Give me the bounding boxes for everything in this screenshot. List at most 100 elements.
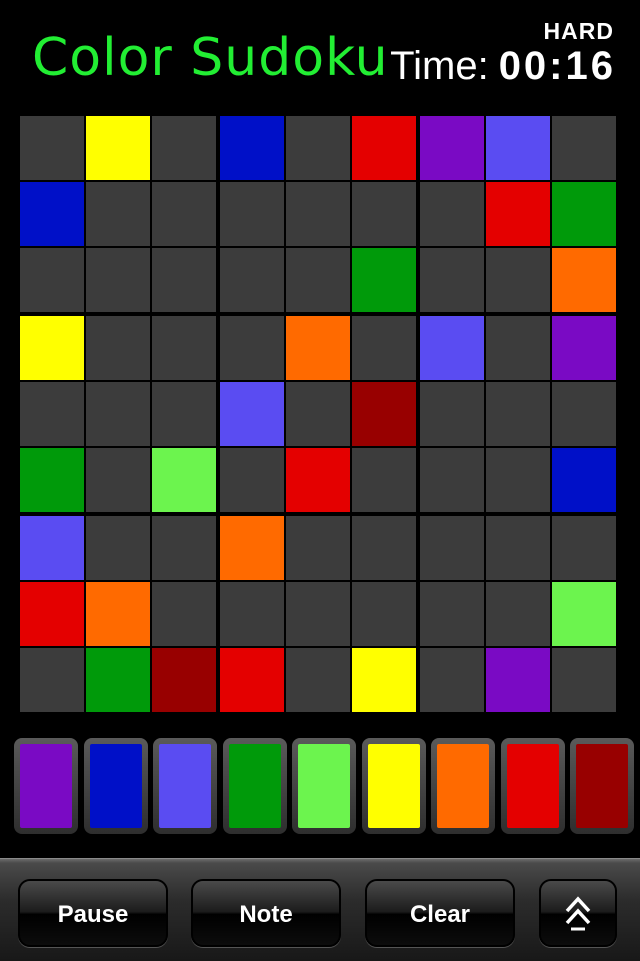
board-cell[interactable] xyxy=(286,116,350,180)
board-cell[interactable] xyxy=(420,448,484,512)
board-cell[interactable] xyxy=(420,182,484,246)
board-cell[interactable] xyxy=(552,516,616,580)
swatch-color xyxy=(576,744,628,828)
board-cell[interactable] xyxy=(352,382,416,446)
board-cell[interactable] xyxy=(220,516,284,580)
board-cell[interactable] xyxy=(486,382,550,446)
board-cell[interactable] xyxy=(20,648,84,712)
board-cell[interactable] xyxy=(20,382,84,446)
board-cell[interactable] xyxy=(152,382,216,446)
board-cell[interactable] xyxy=(86,648,150,712)
board-cell[interactable] xyxy=(552,316,616,380)
board-cell[interactable] xyxy=(220,448,284,512)
board-cell[interactable] xyxy=(352,448,416,512)
board-cell[interactable] xyxy=(420,382,484,446)
board-cell[interactable] xyxy=(486,248,550,312)
board-cell[interactable] xyxy=(86,382,150,446)
board-cell[interactable] xyxy=(20,448,84,512)
collapse-button[interactable] xyxy=(539,879,617,947)
board-cell[interactable] xyxy=(220,316,284,380)
board-cell[interactable] xyxy=(20,582,84,646)
palette-swatch-dark-red[interactable] xyxy=(570,738,634,834)
board-cell[interactable] xyxy=(220,248,284,312)
board-cell[interactable] xyxy=(20,116,84,180)
board-cell[interactable] xyxy=(152,116,216,180)
board-cell[interactable] xyxy=(152,248,216,312)
board-cell[interactable] xyxy=(20,316,84,380)
palette-swatch-purple[interactable] xyxy=(14,738,78,834)
color-palette xyxy=(14,738,634,836)
board-cell[interactable] xyxy=(152,316,216,380)
board-cell[interactable] xyxy=(552,648,616,712)
board-cell[interactable] xyxy=(86,182,150,246)
board-cell[interactable] xyxy=(220,382,284,446)
sudoku-board xyxy=(18,114,622,718)
swatch-color xyxy=(89,744,142,828)
palette-swatch-yellow[interactable] xyxy=(361,738,426,834)
board-cell[interactable] xyxy=(86,316,150,380)
board-cell[interactable] xyxy=(552,182,616,246)
board-cell[interactable] xyxy=(220,648,284,712)
palette-swatch-orange[interactable] xyxy=(431,738,495,834)
board-cell[interactable] xyxy=(286,182,350,246)
board-cell[interactable] xyxy=(486,116,550,180)
board-cell[interactable] xyxy=(286,448,350,512)
board-cell[interactable] xyxy=(86,516,150,580)
palette-swatch-red[interactable] xyxy=(500,738,565,834)
board-cell[interactable] xyxy=(286,516,350,580)
board-cell[interactable] xyxy=(420,648,484,712)
palette-swatch-blue[interactable] xyxy=(83,738,148,834)
board-cell[interactable] xyxy=(420,248,484,312)
board-cell[interactable] xyxy=(486,516,550,580)
board-cell[interactable] xyxy=(286,382,350,446)
board-cell[interactable] xyxy=(352,648,416,712)
board-cell[interactable] xyxy=(152,182,216,246)
swatch-color xyxy=(437,744,489,828)
board-cell[interactable] xyxy=(552,248,616,312)
board-cell[interactable] xyxy=(352,316,416,380)
board-cell[interactable] xyxy=(352,182,416,246)
board-cell[interactable] xyxy=(486,582,550,646)
board-cell[interactable] xyxy=(352,116,416,180)
clear-button[interactable]: Clear xyxy=(365,879,515,947)
board-cell[interactable] xyxy=(352,516,416,580)
note-button[interactable]: Note xyxy=(191,879,341,947)
board-cell[interactable] xyxy=(286,316,350,380)
board-cell[interactable] xyxy=(86,582,150,646)
board-cell[interactable] xyxy=(20,516,84,580)
board-cell[interactable] xyxy=(486,182,550,246)
board-cell[interactable] xyxy=(220,116,284,180)
board-cell[interactable] xyxy=(20,182,84,246)
palette-swatch-periwinkle[interactable] xyxy=(153,738,217,834)
board-cell[interactable] xyxy=(286,648,350,712)
board-cell[interactable] xyxy=(420,316,484,380)
board-cell[interactable] xyxy=(220,182,284,246)
palette-swatch-green[interactable] xyxy=(222,738,287,834)
board-cell[interactable] xyxy=(420,516,484,580)
board-cell[interactable] xyxy=(486,316,550,380)
board-cell[interactable] xyxy=(152,648,216,712)
board-cell[interactable] xyxy=(552,116,616,180)
board-cell[interactable] xyxy=(20,248,84,312)
board-cell[interactable] xyxy=(352,248,416,312)
board-cell[interactable] xyxy=(486,448,550,512)
board-cell[interactable] xyxy=(86,248,150,312)
board-cell[interactable] xyxy=(286,582,350,646)
board-cell[interactable] xyxy=(286,248,350,312)
palette-swatch-light-green[interactable] xyxy=(292,738,356,834)
board-cell[interactable] xyxy=(152,516,216,580)
board-cell[interactable] xyxy=(552,582,616,646)
board-cell[interactable] xyxy=(220,582,284,646)
board-cell[interactable] xyxy=(86,448,150,512)
board-cell[interactable] xyxy=(86,116,150,180)
board-cell[interactable] xyxy=(552,382,616,446)
pause-button[interactable]: Pause xyxy=(18,879,168,947)
board-cell[interactable] xyxy=(486,648,550,712)
swatch-color xyxy=(506,744,559,828)
board-cell[interactable] xyxy=(552,448,616,512)
board-cell[interactable] xyxy=(420,582,484,646)
board-cell[interactable] xyxy=(352,582,416,646)
board-cell[interactable] xyxy=(420,116,484,180)
board-cell[interactable] xyxy=(152,448,216,512)
board-cell[interactable] xyxy=(152,582,216,646)
